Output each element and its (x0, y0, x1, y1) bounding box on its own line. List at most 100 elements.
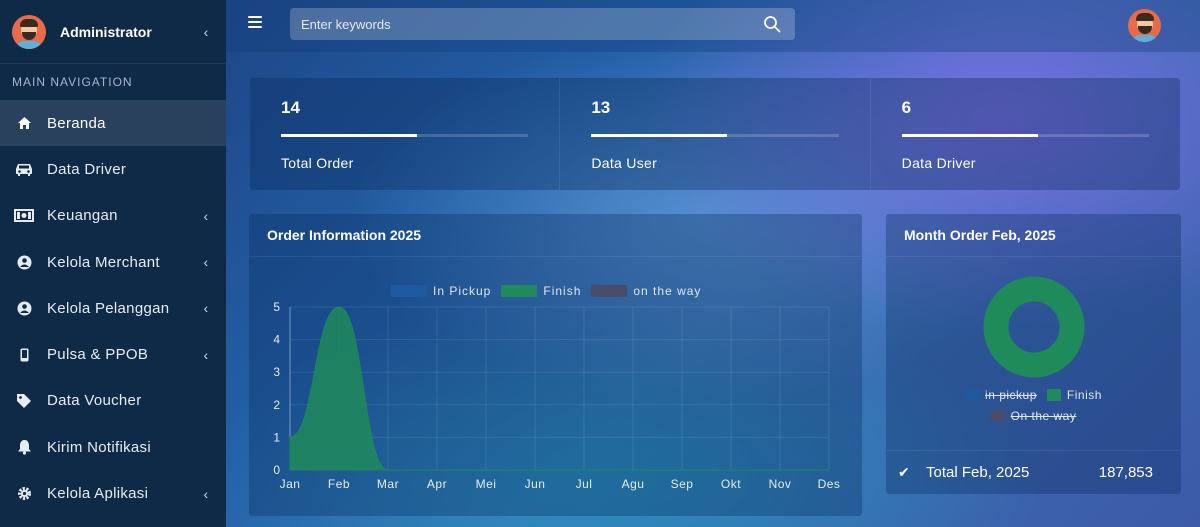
order-chart: 0 1 2 3 4 5 Jan Feb Mar Apr Mei Jun Jul Agu Sep Okt Nov D… (273, 300, 841, 491)
x-tick-label: Des (818, 477, 841, 491)
sidebar-item-label: Data Voucher (47, 392, 142, 410)
sidebar-item-data-voucher[interactable]: Data Voucher (0, 378, 226, 424)
progress-bar (591, 134, 839, 137)
x-tick-label: Nov (769, 477, 792, 491)
y-tick-label: 3 (273, 365, 280, 379)
stat-value: 13 (591, 98, 611, 117)
legend-label: on the way (633, 284, 702, 298)
sidebar-item-beranda[interactable]: Beranda (0, 100, 226, 147)
sidebar-item-label: Pulsa & PPOB (47, 346, 149, 364)
sidebar-item-label: Keuangan (47, 207, 118, 225)
legend-item[interactable]: Finish (1046, 387, 1102, 402)
user-avatar[interactable] (1128, 9, 1161, 42)
legend-label: Finish (543, 284, 582, 298)
y-tick-label: 1 (273, 430, 280, 444)
legend-item[interactable]: In Pickup (391, 284, 491, 298)
legend-item[interactable]: Finish (501, 284, 581, 298)
legend-item[interactable]: On the way (990, 408, 1077, 423)
donut-slice-finish[interactable] (983, 276, 1085, 378)
stat-total-order: 14 Total Order (250, 78, 561, 190)
card-title: Month Order Feb, 2025 (886, 214, 1181, 257)
menu-icon[interactable] (248, 16, 262, 28)
legend-item[interactable]: on the way (591, 284, 701, 298)
total-label: Total Feb, 2025 (926, 464, 1030, 481)
gear-icon (12, 485, 36, 503)
legend-label: In Pickup (433, 284, 492, 298)
x-tick-label: Okt (721, 477, 741, 491)
avatar[interactable] (12, 14, 46, 49)
search-icon[interactable] (763, 15, 781, 33)
sidebar-item-kelola-merchant[interactable]: Kelola Merchant ‹ (0, 239, 226, 285)
chevron-left-icon: ‹ (203, 207, 209, 224)
progress-fill (281, 134, 418, 137)
card-title: Order Information 2025 (249, 214, 862, 257)
sidebar-item-data-driver[interactable]: Data Driver (0, 146, 226, 192)
car-icon (12, 160, 36, 178)
stat-data-user: 13 Data User (560, 78, 871, 190)
user-circle-icon (12, 253, 36, 271)
legend-item[interactable]: in pickup (965, 388, 1037, 402)
legend-label: Finish (1066, 387, 1102, 402)
stat-value: 6 (901, 98, 912, 117)
x-tick-label: Sep (671, 477, 694, 491)
check-icon: ✔ (898, 464, 910, 480)
topbar (226, 0, 1200, 52)
tag-icon (12, 392, 36, 410)
chevron-left-icon: ‹ (203, 346, 209, 363)
progress-fill (591, 134, 728, 137)
user-circle-icon (12, 299, 36, 317)
stat-data-driver: 6 Data Driver (871, 78, 1180, 190)
bell-icon (12, 438, 36, 456)
money-icon (12, 207, 36, 225)
order-information-card: Order Information 2025 In Pickup Finish … (249, 214, 862, 516)
y-tick-label: 0 (273, 463, 280, 477)
sidebar-item-label: Data Driver (47, 160, 127, 178)
nav-header: MAIN NAVIGATION (12, 75, 133, 89)
total-row: ✔ Total Feb, 2025 187,853 (886, 450, 1181, 494)
x-tick-label: Agu (622, 477, 645, 491)
sidebar-item-label: Kirim Notifikasi (47, 438, 151, 456)
chevron-left-icon: ‹ (203, 485, 209, 502)
progress-bar (281, 134, 529, 137)
search-box (290, 8, 795, 40)
y-tick-label: 5 (273, 300, 280, 314)
stat-value: 14 (281, 98, 300, 117)
sidebar-collapse-icon[interactable]: ‹ (198, 24, 214, 40)
series-area-finish (289, 306, 829, 471)
sidebar-item-label: Beranda (47, 114, 106, 132)
donut-legend: in pickup Finish On the way (886, 384, 1181, 426)
home-icon (12, 114, 36, 132)
progress-fill (901, 134, 1038, 137)
legend-label: in pickup (985, 387, 1037, 402)
sidebar-item-label: Kelola Merchant (47, 253, 160, 271)
month-order-card: Month Order Feb, 2025 in pickup Finish O… (886, 214, 1181, 494)
x-tick-label: Jun (525, 477, 546, 491)
x-tick-label: Jul (576, 477, 593, 491)
stats-panel: 14 Total Order 13 Data User 6 Data Drive… (250, 78, 1180, 190)
mobile-icon (12, 346, 36, 364)
sidebar-item-keuangan[interactable]: Keuangan ‹ (0, 193, 226, 239)
username: Administrator (60, 23, 152, 40)
x-tick-label: Mar (377, 477, 399, 491)
sidebar-item-label: Kelola Aplikasi (47, 485, 149, 503)
y-tick-label: 2 (273, 398, 280, 412)
sidebar-item-kirim-notifikasi[interactable]: Kirim Notifikasi (0, 424, 226, 470)
search-input[interactable] (290, 8, 750, 40)
chart-legend: In Pickup Finish on the way (391, 284, 701, 298)
sidebar-item-label: Kelola Pelanggan (47, 299, 170, 317)
legend-label: On the way (1010, 408, 1077, 423)
stat-label: Data User (591, 155, 658, 171)
stat-label: Total Order (281, 155, 354, 171)
sidebar-item-kelola-pelanggan[interactable]: Kelola Pelanggan ‹ (0, 285, 226, 331)
sidebar-item-pulsa-ppob[interactable]: Pulsa & PPOB ‹ (0, 331, 226, 377)
total-value: 187,853 (1098, 464, 1153, 481)
chevron-left-icon: ‹ (203, 300, 209, 317)
donut-chart (983, 276, 1085, 378)
y-tick-label: 4 (273, 333, 280, 347)
sidebar-item-kelola-aplikasi[interactable]: Kelola Aplikasi ‹ (0, 470, 226, 516)
x-tick-label: Apr (427, 477, 447, 491)
sidebar: Administrator ‹ MAIN NAVIGATION Beranda … (0, 0, 226, 527)
x-tick-label: Jan (280, 477, 301, 491)
progress-bar (901, 134, 1149, 137)
x-tick-label: Mei (476, 477, 497, 491)
